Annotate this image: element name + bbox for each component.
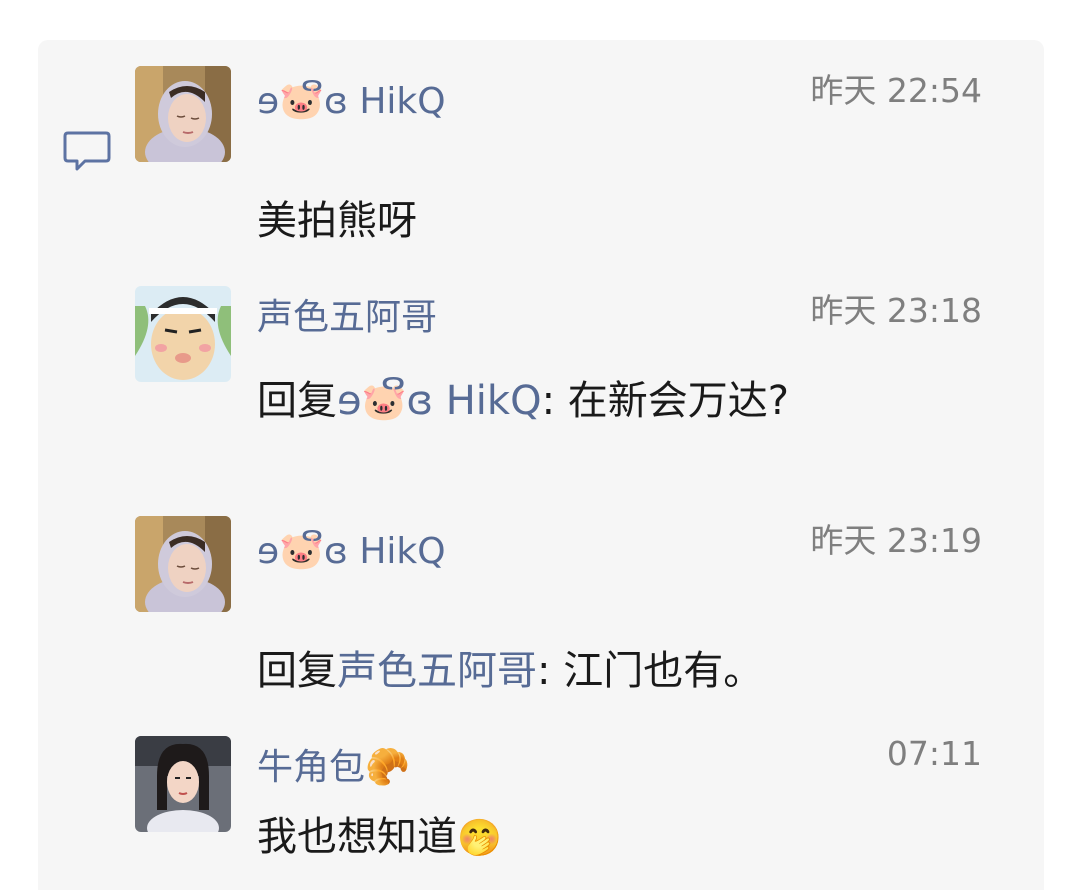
comment-text[interactable]: 美拍熊呀: [257, 188, 417, 246]
comment-time: 07:11: [886, 734, 982, 773]
avatar[interactable]: [135, 516, 231, 612]
avatar[interactable]: [135, 736, 231, 832]
comment-time: 昨天 22:54: [810, 71, 982, 110]
comment-text[interactable]: 回复ɘ🐷ິɞ HikQ: 在新会万达?: [257, 368, 789, 426]
author-name[interactable]: ɘ🐷ິɞ HikQ: [257, 80, 446, 122]
comment-text[interactable]: 我也想知道🤭: [257, 804, 502, 862]
comment-time: 昨天 23:19: [810, 521, 982, 560]
reply-to-name[interactable]: ɘ🐷ິɞ HikQ: [337, 378, 542, 424]
author-name[interactable]: 牛角包🥐: [257, 738, 410, 790]
avatar[interactable]: [135, 286, 231, 382]
author-name[interactable]: ɘ🐷ິɞ HikQ: [257, 530, 446, 572]
reply-to-name[interactable]: 声色五阿哥: [337, 648, 537, 694]
avatar[interactable]: [135, 66, 231, 162]
croissant-emoji: 🥐: [365, 747, 410, 788]
pig-face-emoji: 🐷: [279, 81, 324, 122]
comment-bubble-icon[interactable]: [63, 130, 111, 172]
pig-face-emoji: 🐷: [279, 531, 324, 572]
comment-text[interactable]: 回复声色五阿哥: 江门也有。: [257, 638, 763, 696]
pig-face-emoji: 🐷: [361, 382, 407, 423]
comment-time: 昨天 23:18: [810, 291, 982, 330]
author-name[interactable]: 声色五阿哥: [257, 288, 437, 340]
face-with-hand-over-mouth-emoji: 🤭: [457, 818, 502, 859]
